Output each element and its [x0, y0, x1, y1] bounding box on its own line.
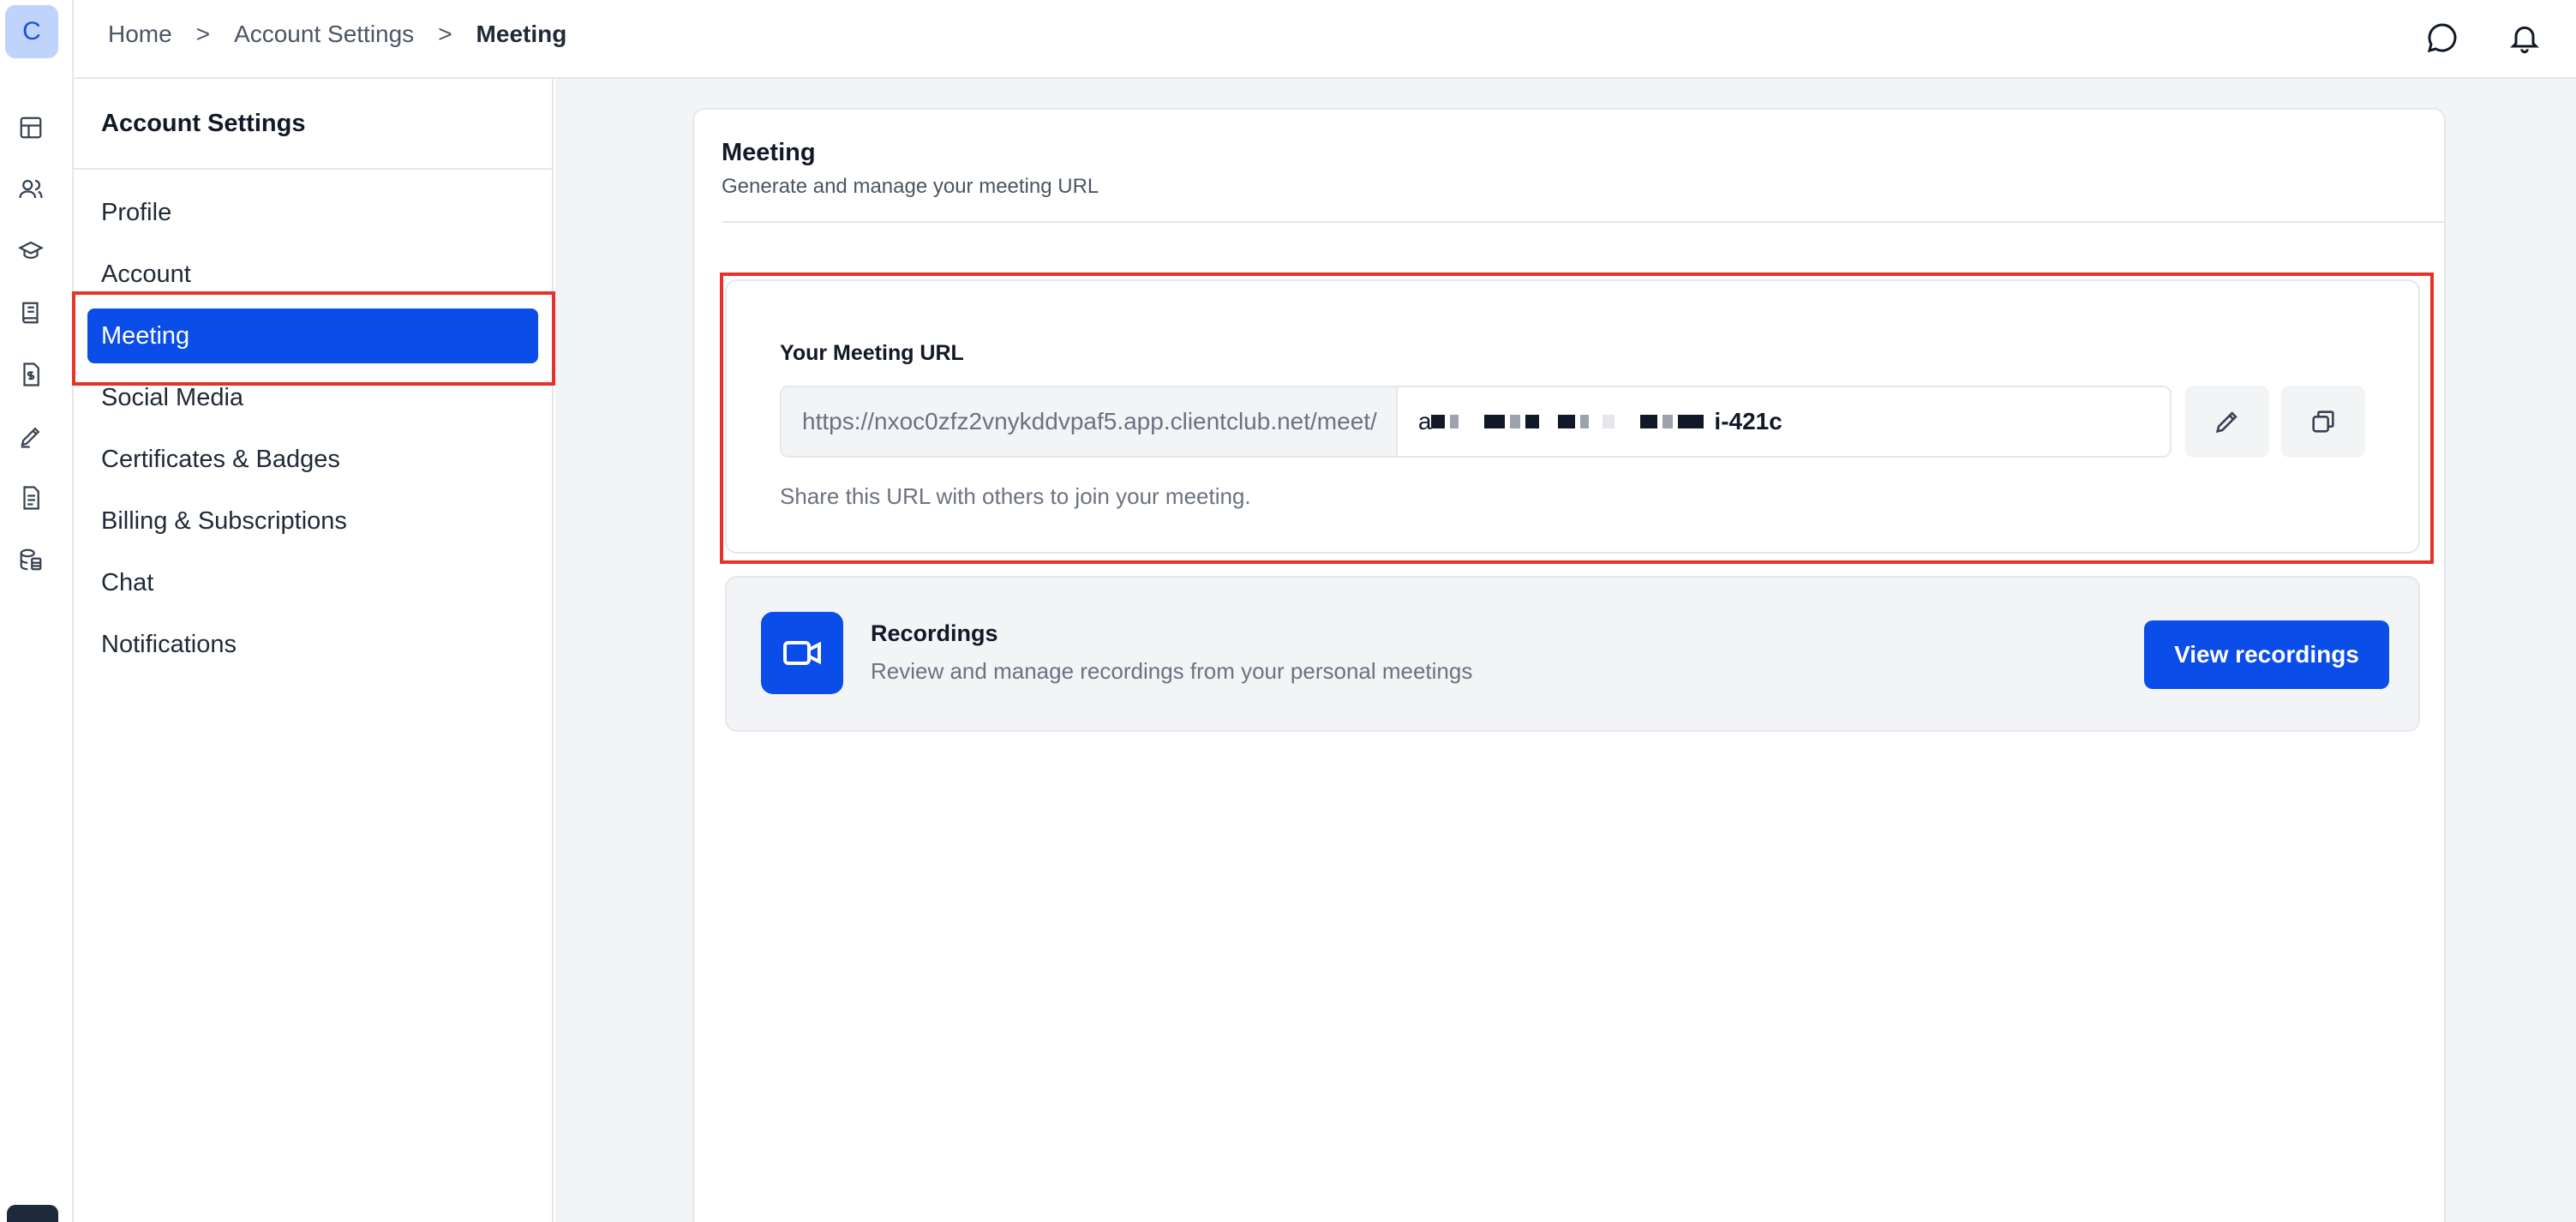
view-recordings-button[interactable]: View recordings	[2144, 620, 2389, 689]
section-divider	[722, 221, 2446, 223]
recordings-card: Recordings Review and manage recordings …	[725, 576, 2420, 732]
sidebar-item-notifications[interactable]: Notifications	[87, 617, 538, 672]
breadcrumb: Home > Account Settings > Meeting	[108, 21, 566, 48]
avatar[interactable]: C	[5, 5, 58, 58]
pen-icon[interactable]	[16, 422, 45, 451]
sidebar-item-chat[interactable]: Chat	[87, 555, 538, 610]
chat-icon[interactable]	[2422, 17, 2463, 58]
dashboard-icon[interactable]	[16, 113, 45, 142]
highlight-meeting-url	[720, 273, 2434, 564]
breadcrumb-account-settings[interactable]: Account Settings	[234, 21, 414, 48]
sidebar-item-profile[interactable]: Profile	[87, 185, 538, 240]
help-chip[interactable]	[7, 1205, 58, 1222]
highlight-meeting-nav	[72, 291, 555, 386]
breadcrumb-current: Meeting	[476, 21, 567, 47]
sidebar-item-certificates-badges[interactable]: Certificates & Badges	[87, 432, 538, 487]
breadcrumb-separator: >	[195, 21, 211, 47]
recordings-title: Recordings	[871, 620, 998, 646]
breadcrumb-separator: >	[438, 21, 452, 47]
settings-sidebar: Account Settings Profile Account Meeting…	[74, 79, 554, 1222]
sidebar-title: Account Settings	[101, 110, 306, 137]
icon-rail: C	[0, 0, 74, 1222]
recordings-subtitle: Review and manage recordings from your p…	[871, 658, 1473, 684]
breadcrumb-home[interactable]: Home	[108, 21, 172, 48]
bell-icon[interactable]	[2504, 17, 2545, 58]
graduation-cap-icon[interactable]	[16, 237, 45, 266]
sidebar-divider	[74, 168, 552, 170]
video-camera-icon	[761, 612, 843, 694]
main-content: Meeting Generate and manage your meeting…	[555, 79, 2576, 1222]
file-dollar-icon[interactable]	[16, 360, 45, 389]
users-icon[interactable]	[16, 175, 45, 204]
book-icon[interactable]	[16, 298, 45, 327]
page-title: Meeting	[722, 139, 816, 166]
document-icon[interactable]	[16, 483, 45, 512]
top-bar: Home > Account Settings > Meeting	[74, 0, 2576, 79]
sidebar-item-billing-subscriptions[interactable]: Billing & Subscriptions	[87, 494, 538, 548]
database-icon[interactable]	[16, 545, 45, 574]
page-subtitle: Generate and manage your meeting URL	[722, 175, 1099, 198]
